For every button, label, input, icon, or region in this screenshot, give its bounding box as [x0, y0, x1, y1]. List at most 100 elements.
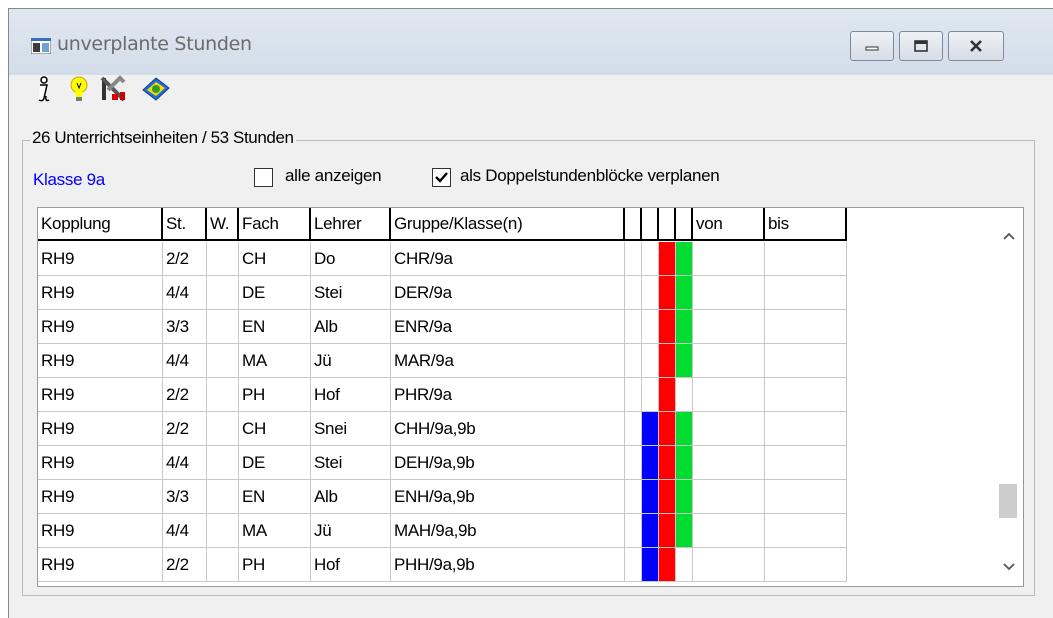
show-all-label[interactable]: alle anzeigen: [285, 166, 382, 186]
cell-color-marker: [642, 276, 659, 310]
cell-color-marker: [625, 548, 642, 582]
header-color-2[interactable]: [642, 208, 659, 241]
cell-st: 4/4: [163, 446, 207, 480]
cell-w: [207, 514, 239, 548]
cell-gruppe: ENH/9a,9b: [391, 480, 625, 514]
header-color-4[interactable]: [676, 208, 693, 241]
checkmark-icon: [435, 172, 448, 183]
cell-st: 3/3: [163, 480, 207, 514]
header-bis[interactable]: bis: [765, 208, 847, 241]
cell-bis: [765, 242, 847, 276]
cell-gruppe: PHR/9a: [391, 378, 625, 412]
table-row[interactable]: RH9 2/2 PH Hof PHH/9a,9b: [38, 548, 847, 582]
table-row[interactable]: RH9 4/4 DE Stei DER/9a: [38, 276, 847, 310]
header-kopplung[interactable]: Kopplung: [38, 208, 163, 241]
cell-st: 2/2: [163, 242, 207, 276]
cell-color-marker: [642, 242, 659, 276]
cell-color-marker: [642, 310, 659, 344]
scroll-thumb[interactable]: [999, 484, 1017, 518]
cell-kopplung: RH9: [38, 514, 163, 548]
maximize-icon: [914, 40, 928, 52]
cell-kopplung: RH9: [38, 344, 163, 378]
cell-color-marker: [625, 480, 642, 514]
table-row[interactable]: RH9 4/4 MA Jü MAR/9a: [38, 344, 847, 378]
help-book-icon[interactable]: [140, 74, 172, 104]
cell-bis: [765, 446, 847, 480]
cell-color-marker: [676, 446, 693, 480]
cell-color-marker: [676, 242, 693, 276]
maximize-button[interactable]: [899, 31, 943, 61]
info-icon[interactable]: [30, 74, 56, 104]
cell-st: 2/2: [163, 378, 207, 412]
cell-kopplung: RH9: [38, 310, 163, 344]
cell-kopplung: RH9: [38, 276, 163, 310]
cell-lehrer: Hof: [311, 548, 391, 582]
cell-von: [693, 344, 765, 378]
cell-w: [207, 276, 239, 310]
double-block-checkbox[interactable]: [432, 168, 451, 187]
cell-kopplung: RH9: [38, 548, 163, 582]
cell-fach: CH: [239, 242, 311, 276]
cell-color-marker: [659, 378, 676, 412]
cell-fach: EN: [239, 310, 311, 344]
tools-icon[interactable]: [98, 74, 130, 104]
title-bar[interactable]: unverplante Stunden: [9, 9, 1053, 75]
header-st[interactable]: St.: [163, 208, 207, 241]
cell-bis: [765, 480, 847, 514]
cell-color-marker: [625, 378, 642, 412]
cell-gruppe: CHH/9a,9b: [391, 412, 625, 446]
header-fach[interactable]: Fach: [239, 208, 311, 241]
cell-color-marker: [676, 480, 693, 514]
show-all-checkbox[interactable]: [254, 168, 273, 187]
cell-color-marker: [659, 514, 676, 548]
cell-lehrer: Stei: [311, 276, 391, 310]
cell-color-marker: [659, 344, 676, 378]
header-color-1[interactable]: [625, 208, 642, 241]
cell-gruppe: MAR/9a: [391, 344, 625, 378]
header-von[interactable]: von: [693, 208, 765, 241]
cell-bis: [765, 344, 847, 378]
cell-von: [693, 310, 765, 344]
cell-color-marker: [659, 446, 676, 480]
cell-von: [693, 412, 765, 446]
table-row[interactable]: RH9 3/3 EN Alb ENR/9a: [38, 310, 847, 344]
cell-color-marker: [676, 514, 693, 548]
cell-w: [207, 412, 239, 446]
minimize-button[interactable]: [850, 31, 894, 61]
vertical-scrollbar[interactable]: [993, 208, 1023, 586]
table-row[interactable]: RH9 2/2 CH Snei CHH/9a,9b: [38, 412, 847, 446]
window-title: unverplante Stunden: [57, 33, 252, 55]
cell-bis: [765, 276, 847, 310]
cell-fach: EN: [239, 480, 311, 514]
hint-bulb-icon[interactable]: [66, 74, 92, 104]
table-row[interactable]: RH9 4/4 DE Stei DEH/9a,9b: [38, 446, 847, 480]
cell-color-marker: [642, 378, 659, 412]
table-row[interactable]: RH9 3/3 EN Alb ENH/9a,9b: [38, 480, 847, 514]
group-title: 26 Unterrichtseinheiten / 53 Stunden: [30, 128, 296, 148]
header-w[interactable]: W.: [207, 208, 239, 241]
header-color-3[interactable]: [659, 208, 676, 241]
scroll-up-icon[interactable]: [1002, 231, 1016, 241]
cell-color-marker: [642, 480, 659, 514]
cell-color-marker: [642, 412, 659, 446]
lessons-table[interactable]: Kopplung St. W. Fach Lehrer Gruppe/Klasse(n) v…: [37, 207, 1024, 587]
header-lehrer[interactable]: Lehrer: [311, 208, 391, 241]
close-button[interactable]: [948, 31, 1004, 61]
cell-color-marker: [625, 242, 642, 276]
cell-st: 2/2: [163, 548, 207, 582]
header-gruppe[interactable]: Gruppe/Klasse(n): [391, 208, 625, 241]
cell-color-marker: [676, 276, 693, 310]
cell-color-marker: [625, 310, 642, 344]
scroll-down-icon[interactable]: [1002, 562, 1016, 572]
cell-color-marker: [659, 276, 676, 310]
cell-color-marker: [642, 548, 659, 582]
cell-gruppe: DEH/9a,9b: [391, 446, 625, 480]
double-block-label[interactable]: als Doppelstundenblöcke verplanen: [460, 166, 720, 186]
cell-color-marker: [659, 412, 676, 446]
cell-von: [693, 276, 765, 310]
table-row[interactable]: RH9 4/4 MA Jü MAH/9a,9b: [38, 514, 847, 548]
minimize-icon: [865, 46, 879, 51]
table-row[interactable]: RH9 2/2 CH Do CHR/9a: [38, 242, 847, 276]
cell-von: [693, 242, 765, 276]
table-row[interactable]: RH9 2/2 PH Hof PHR/9a: [38, 378, 847, 412]
